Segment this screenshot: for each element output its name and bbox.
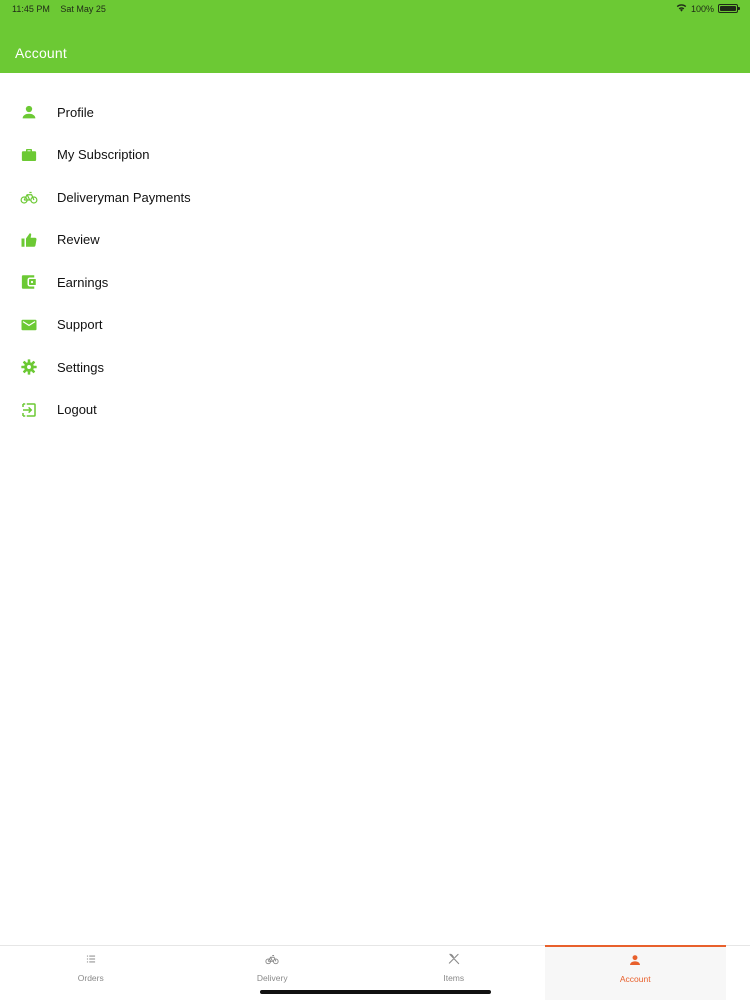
tab-account[interactable]: Account [544, 945, 726, 1000]
thumbs-up-icon [20, 231, 38, 249]
status-time: 11:45 PM [12, 4, 50, 14]
menu-item-label: Logout [57, 402, 97, 418]
menu-item-label: Earnings [57, 274, 109, 290]
menu-item-label: Profile [57, 104, 94, 120]
person-icon [20, 103, 38, 121]
tab-label: Account [619, 974, 651, 984]
menu-item-logout[interactable]: Logout [0, 389, 750, 432]
wallet-icon [20, 273, 38, 291]
menu-item-label: My Subscription [57, 147, 150, 163]
status-bar-left: 11:45 PM Sat May 25 [12, 4, 114, 14]
menu-item-label: Support [57, 317, 103, 333]
menu-item-profile[interactable]: Profile [0, 91, 750, 134]
person-icon [628, 953, 642, 967]
menu-item-subscription[interactable]: My Subscription [0, 134, 750, 177]
tab-label: Delivery [256, 973, 288, 983]
menu-item-label: Review [57, 232, 100, 248]
menu-item-support[interactable]: Support [0, 304, 750, 347]
tab-orders[interactable]: Orders [0, 946, 182, 1000]
home-indicator[interactable] [260, 990, 491, 994]
account-menu: Profile My Subscription Deliveryman Paym… [0, 91, 750, 431]
logout-icon [20, 401, 38, 419]
utensils-icon [447, 952, 461, 966]
battery-icon [718, 4, 740, 13]
status-date: Sat May 25 [60, 4, 106, 14]
list-icon [84, 952, 98, 966]
tab-label: Items [443, 973, 465, 983]
account-screen: 11:45 PM Sat May 25 100% Account Profile [0, 0, 750, 1000]
battery-percent: 100% [690, 3, 714, 14]
briefcase-icon [20, 146, 38, 164]
menu-item-label: Deliveryman Payments [57, 189, 191, 205]
gear-icon [20, 358, 38, 376]
mail-icon [20, 316, 38, 334]
menu-item-earnings[interactable]: Earnings [0, 261, 750, 304]
bicycle-icon [20, 188, 38, 206]
header-bar: 11:45 PM Sat May 25 100% Account [0, 0, 750, 73]
bicycle-icon [265, 952, 279, 966]
menu-item-review[interactable]: Review [0, 219, 750, 262]
menu-item-label: Settings [57, 359, 104, 375]
page-title: Account [15, 45, 67, 61]
tab-label: Orders [77, 973, 104, 983]
menu-item-settings[interactable]: Settings [0, 346, 750, 389]
wifi-icon [676, 3, 687, 14]
menu-item-deliveryman-payments[interactable]: Deliveryman Payments [0, 176, 750, 219]
status-bar-right: 100% [676, 3, 740, 14]
